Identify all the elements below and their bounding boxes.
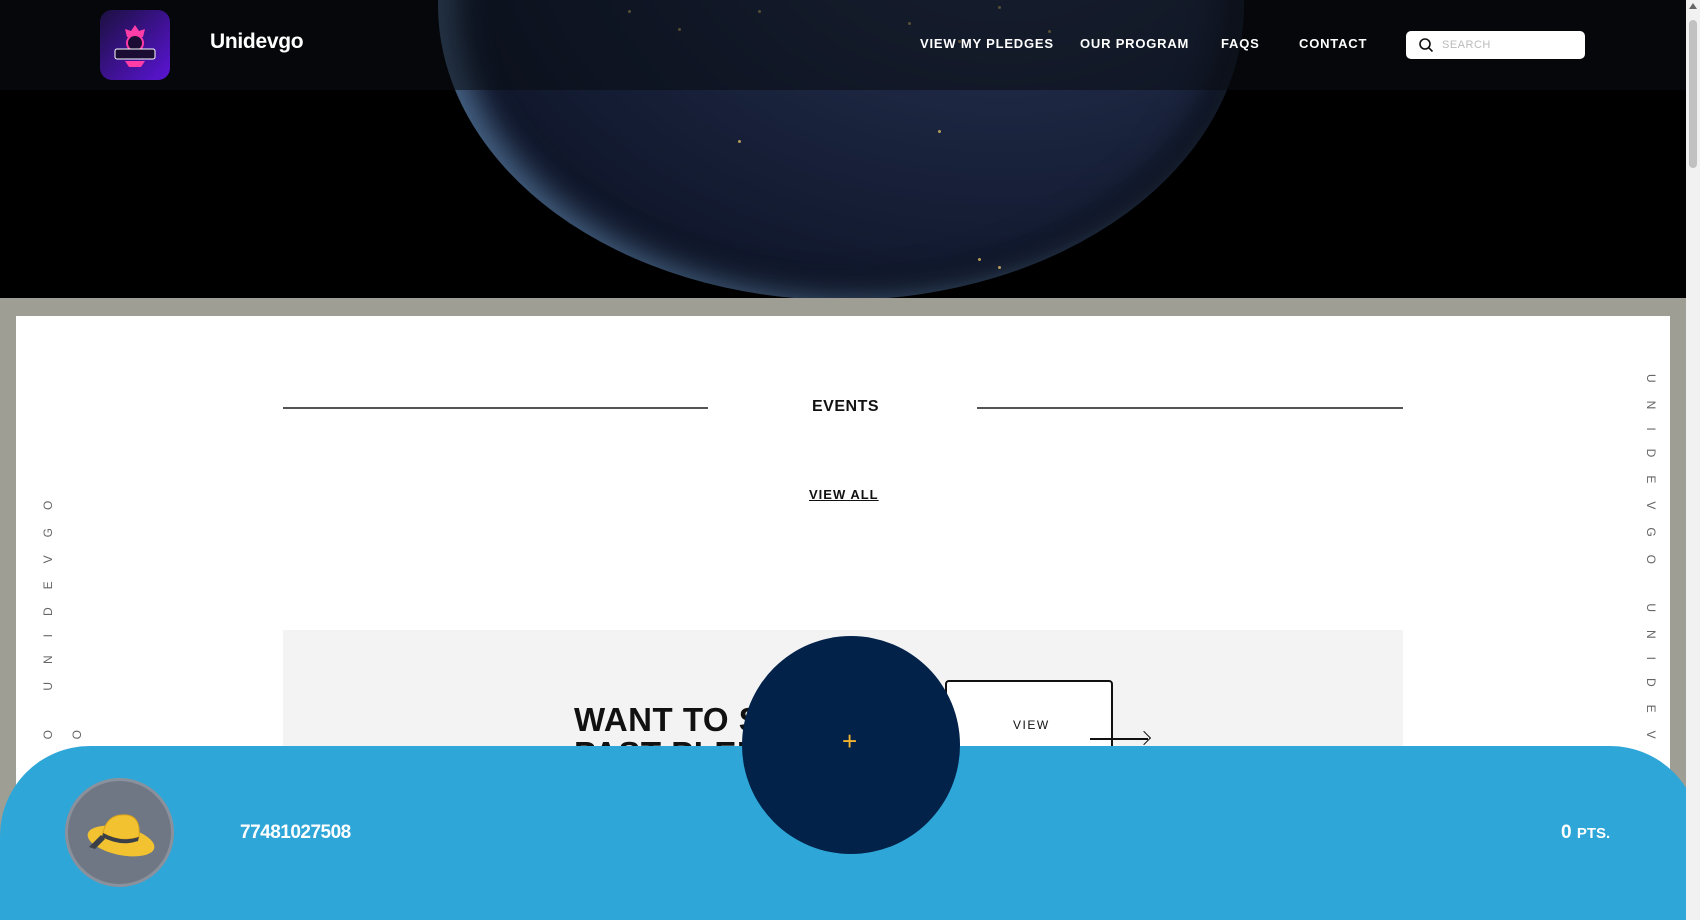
search-box[interactable] [1406,31,1585,59]
user-id: 77481027508 [240,822,351,843]
points-display: 0 PTS. [1561,822,1610,844]
hat-avatar-icon [87,813,154,856]
view-all-link[interactable]: VIEW ALL [809,487,879,502]
promo-title-line1: WANT TO S [574,701,762,738]
scrollbar-thumb[interactable] [1689,20,1697,168]
hero-banner: GAMING Unidevgo VIEW MY PLEDGES OUR PROG… [0,0,1686,298]
points-value: 0 [1561,822,1572,843]
section-title-events: EVENTS [812,398,880,415]
nav-view-my-pledges[interactable]: VIEW MY PLEDGES [920,36,1054,51]
nav-our-program[interactable]: OUR PROGRAM [1080,36,1189,51]
search-input[interactable] [1442,39,1572,51]
plus-icon: + [842,726,858,756]
brand-name[interactable]: Unidevgo [210,30,304,54]
nav-contact[interactable]: CONTACT [1299,36,1367,51]
page-scrollbar[interactable] [1686,0,1700,920]
side-text-right: UNIDEVGO UNIDEVGO [1644,374,1658,812]
avatar[interactable] [65,778,174,887]
search-icon [1419,38,1434,53]
page: GAMING Unidevgo VIEW MY PLEDGES OUR PROG… [0,0,1700,920]
nav-faqs[interactable]: FAQS [1221,36,1260,51]
gaming-logo-icon[interactable]: GAMING [100,10,170,80]
add-pledge-button[interactable]: + [742,636,960,854]
scroll-up-icon[interactable] [1689,3,1697,9]
divider-left [283,407,708,409]
points-unit: PTS. [1576,825,1611,842]
divider-right [977,407,1403,409]
logo-text: GAMING [142,10,143,11]
view-button-label: VIEW [1013,718,1050,732]
